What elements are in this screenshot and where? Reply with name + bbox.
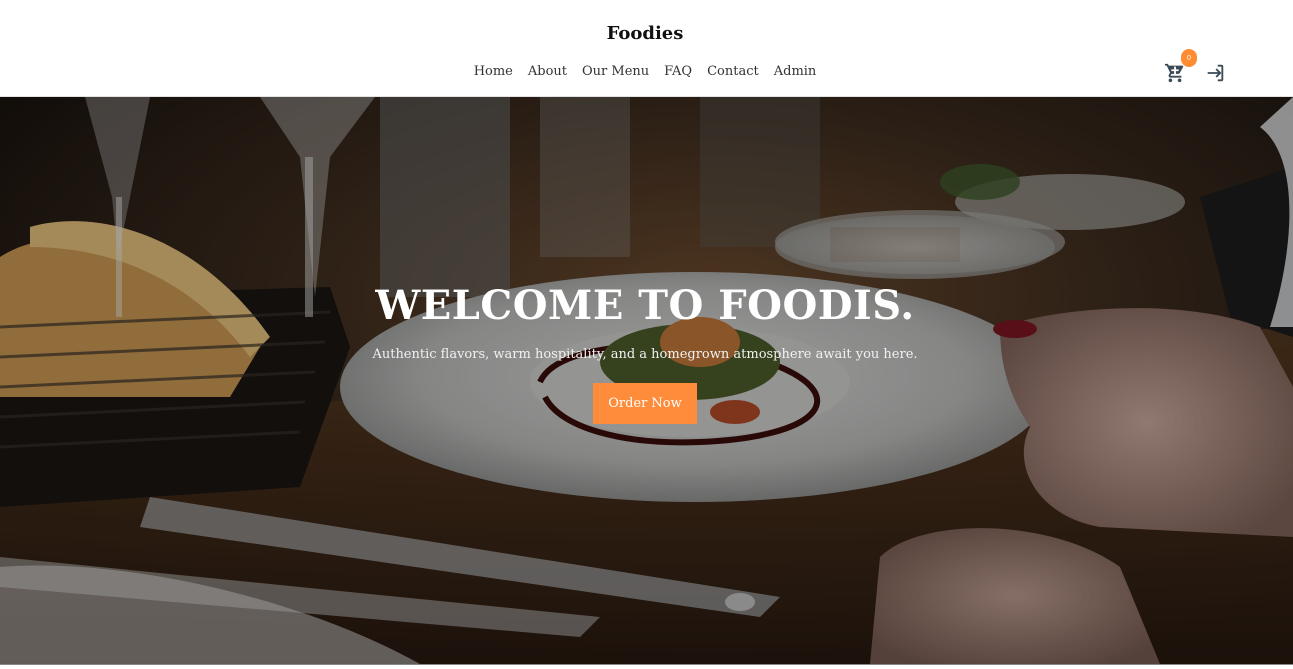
page-bottom-edge	[0, 664, 1293, 669]
brand-title[interactable]: Foodies	[0, 23, 1290, 44]
nav-item-faq[interactable]: FAQ	[664, 64, 692, 79]
nav-item-admin[interactable]: Admin	[774, 64, 817, 79]
order-now-button[interactable]: Order Now	[593, 383, 697, 424]
hero-section: WELCOME TO FOODIS. Authentic flavors, wa…	[0, 97, 1293, 664]
hero-title: WELCOME TO FOODIS.	[375, 282, 915, 329]
cart-count-badge: 0	[1181, 49, 1197, 67]
login-icon[interactable]	[1204, 62, 1226, 84]
site-header: Foodies Home About Our Menu FAQ Contact …	[0, 0, 1293, 97]
nav-item-home[interactable]: Home	[474, 64, 513, 79]
hero-overlay	[0, 97, 1293, 664]
nav-item-about[interactable]: About	[528, 64, 567, 79]
nav-item-our-menu[interactable]: Our Menu	[582, 64, 649, 79]
cart-icon[interactable]	[1164, 62, 1186, 84]
nav-item-contact[interactable]: Contact	[707, 64, 759, 79]
main-nav: Home About Our Menu FAQ Contact Admin	[0, 64, 1290, 79]
hero-subtitle: Authentic flavors, warm hospitality, and…	[372, 347, 918, 362]
